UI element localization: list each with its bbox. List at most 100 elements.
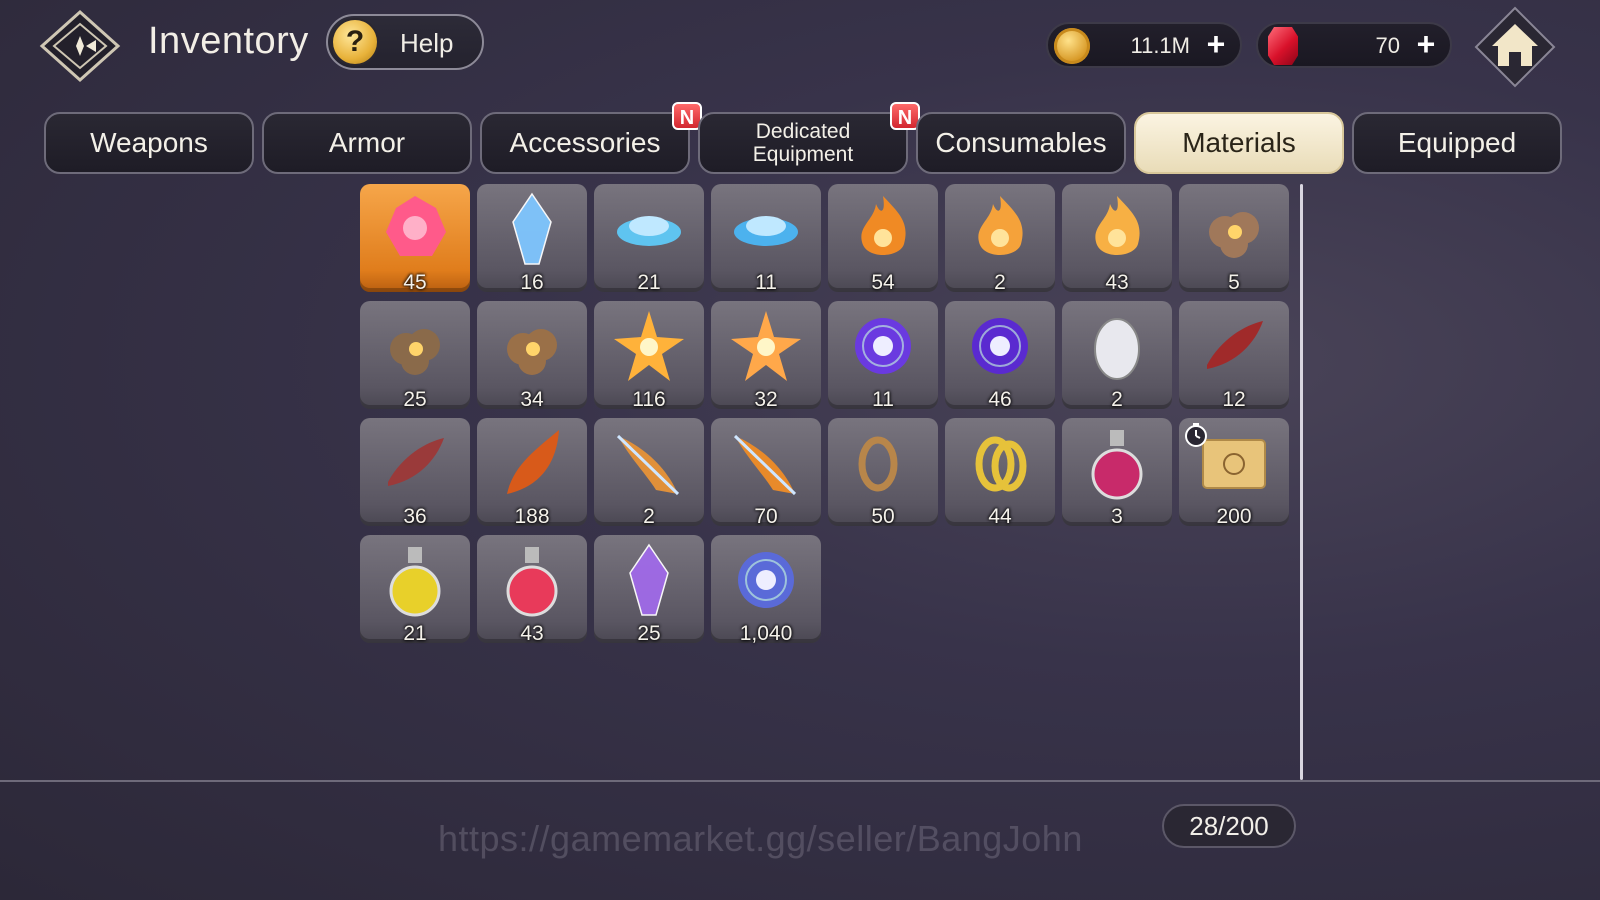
materials-grid: 45 16 21 11 54 2 43 5 25 34 116 32 11 46 2 12 36 188 2 70 50…: [360, 184, 1290, 780]
item-slot[interactable]: 16: [477, 184, 587, 294]
item-slot[interactable]: 45: [360, 184, 470, 294]
tab-equipped[interactable]: Equipped: [1352, 112, 1562, 174]
rock-burst-icon: [495, 309, 569, 383]
tab-materials[interactable]: Materials: [1134, 112, 1344, 174]
star-shard-icon: [612, 309, 686, 383]
item-slot[interactable]: 44: [945, 418, 1055, 528]
item-slot[interactable]: 12: [1179, 301, 1289, 411]
item-slot[interactable]: 32: [711, 301, 821, 411]
help-button[interactable]: ? Help: [326, 14, 484, 70]
tab-label: Weapons: [90, 127, 208, 158]
tab-dedicated-equipment[interactable]: Dedicated Equipment N: [698, 102, 920, 174]
fire-essence-large-icon: [1080, 192, 1154, 266]
item-slot[interactable]: 43: [477, 535, 587, 645]
item-slot[interactable]: 70: [711, 418, 821, 528]
item-count: 11: [872, 388, 894, 411]
item-slot[interactable]: 11: [711, 184, 821, 294]
item-slot[interactable]: 46: [945, 301, 1055, 411]
void-orb-large-icon: [963, 309, 1037, 383]
item-slot[interactable]: 25: [360, 301, 470, 411]
red-leaf-icon: [1197, 309, 1271, 383]
item-count: 188: [514, 505, 550, 528]
page-title: Inventory: [148, 20, 309, 62]
item-slot[interactable]: 5: [1179, 184, 1289, 294]
item-count: 21: [637, 271, 661, 294]
item-slot[interactable]: 34: [477, 301, 587, 411]
fire-essence-small-icon: [846, 192, 920, 266]
tab-label: Equipped: [1397, 127, 1517, 158]
item-count: 116: [632, 388, 666, 411]
tab-accessories[interactable]: Accessories N: [480, 102, 702, 174]
item-count: 43: [520, 622, 544, 645]
top-bar: Inventory ? Help 11.1M + 70 +: [0, 0, 1600, 95]
gem-amount: 70: [1375, 33, 1400, 58]
item-count: 32: [754, 388, 778, 411]
item-count: 45: [403, 271, 427, 294]
item-slot[interactable]: 54: [828, 184, 938, 294]
tab-armor[interactable]: Armor: [262, 112, 472, 174]
item-slot[interactable]: 21: [594, 184, 704, 294]
item-slot[interactable]: 200: [1179, 418, 1289, 528]
item-count: 2: [994, 271, 1006, 294]
divider: [0, 780, 1600, 782]
gold-currency: 11.1M +: [1046, 22, 1242, 68]
tab-weapons[interactable]: Weapons: [44, 112, 254, 174]
item-count: 3: [1111, 505, 1123, 528]
feather-wing-icon: [729, 426, 803, 500]
red-gem-icon: [1268, 27, 1298, 65]
item-count: 11: [755, 271, 777, 294]
item-count: 16: [520, 271, 544, 294]
item-slot[interactable]: 11: [828, 301, 938, 411]
tab-label: Dedicated Equipment: [752, 120, 854, 166]
void-orb-small-icon: [846, 309, 920, 383]
item-count: 25: [403, 388, 427, 411]
leather-strip-icon: [378, 426, 452, 500]
feather-blade-icon: [612, 426, 686, 500]
item-slot[interactable]: 25: [594, 535, 704, 645]
star-burst-icon: [729, 309, 803, 383]
scrollbar[interactable]: [1300, 184, 1303, 780]
item-count: 46: [988, 388, 1012, 411]
gold-amount: 11.1M: [1130, 33, 1190, 58]
item-slot[interactable]: 2: [1062, 301, 1172, 411]
rock-core-icon: [1197, 192, 1271, 266]
tab-consumables[interactable]: Consumables: [916, 112, 1126, 174]
item-count: 1,040: [739, 622, 793, 645]
item-count: 54: [871, 271, 895, 294]
item-count: 34: [520, 388, 544, 411]
potion-vial-icon: [1080, 426, 1154, 500]
item-slot[interactable]: 21: [360, 535, 470, 645]
white-egg-icon: [1080, 309, 1154, 383]
item-slot[interactable]: 1,040: [711, 535, 821, 645]
item-slot[interactable]: 116: [594, 301, 704, 411]
fire-essence-medium-icon: [963, 192, 1037, 266]
item-count: 2: [1111, 388, 1123, 411]
gem-currency: 70 +: [1256, 22, 1452, 68]
item-slot[interactable]: 2: [594, 418, 704, 528]
item-count: 2: [643, 505, 655, 528]
timer-icon: [1183, 422, 1209, 448]
add-gem-button[interactable]: +: [1412, 28, 1440, 60]
item-slot[interactable]: 43: [1062, 184, 1172, 294]
item-count: 21: [403, 622, 427, 645]
item-slot[interactable]: 50: [828, 418, 938, 528]
pink-rose-gem-icon: [378, 192, 452, 266]
tab-label: Accessories: [509, 127, 661, 158]
item-slot[interactable]: 188: [477, 418, 587, 528]
gold-coin-icon: [1054, 28, 1090, 64]
item-count: 12: [1222, 388, 1246, 411]
add-gold-button[interactable]: +: [1202, 28, 1230, 60]
item-slot[interactable]: 36: [360, 418, 470, 528]
item-count: 200: [1216, 505, 1252, 528]
item-count: 36: [403, 505, 427, 528]
item-count: 5: [1228, 271, 1240, 294]
red-flask-icon: [495, 543, 569, 617]
home-icon[interactable]: [1474, 6, 1556, 88]
category-tabs: Weapons Armor Accessories N Dedicated Equipm…: [44, 102, 1574, 176]
back-arrow-icon[interactable]: [38, 8, 122, 84]
item-slot[interactable]: 2: [945, 184, 1055, 294]
blue-ore-icon: [612, 192, 686, 266]
item-slot[interactable]: 3: [1062, 418, 1172, 528]
star-orb-icon: [729, 543, 803, 617]
orange-horn-icon: [495, 426, 569, 500]
